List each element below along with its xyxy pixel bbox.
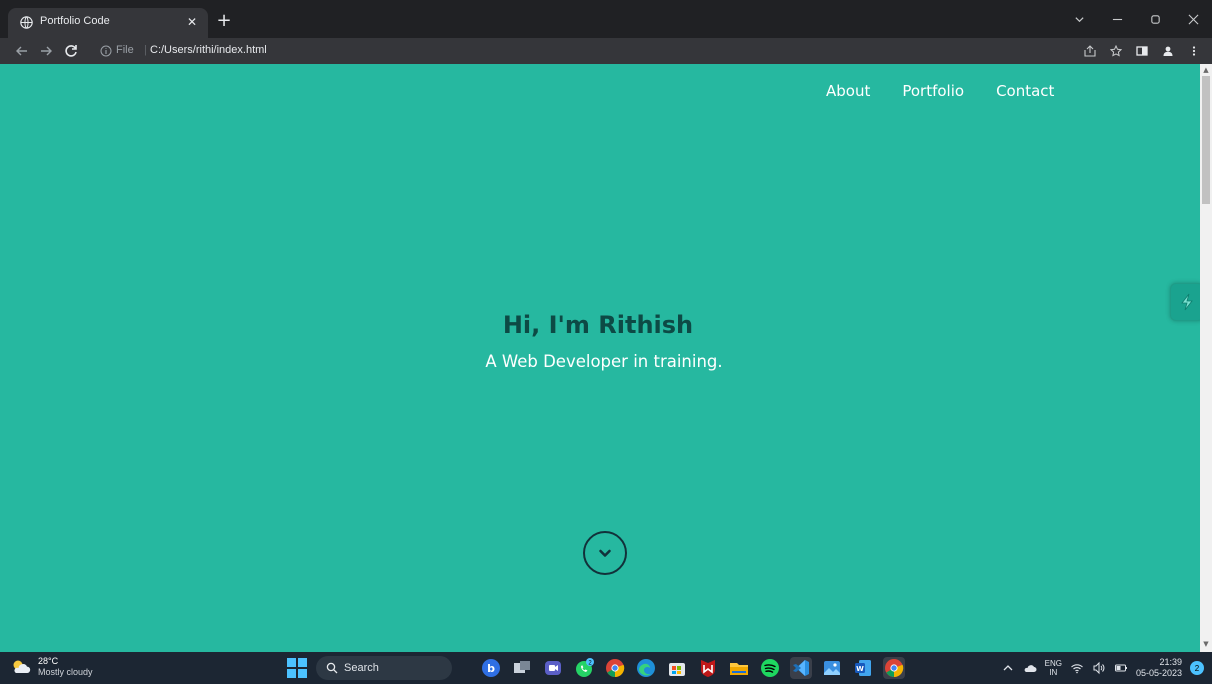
scrollbar-thumb[interactable] [1202,76,1210,204]
browser-toolbar: File | C:/Users/rithi/index.html [0,38,1212,64]
clock[interactable]: 21:39 05-05-2023 [1136,657,1182,679]
weather-cloud-icon[interactable] [1023,661,1037,675]
hero-subtitle: A Web Developer in training. [485,352,723,371]
minimize-icon [1112,18,1122,20]
extension-floating-button[interactable] [1170,283,1204,321]
microsoft-store-icon[interactable] [666,657,688,679]
close-icon [1188,14,1198,24]
clock-date: 05-05-2023 [1135,668,1182,678]
battery-icon[interactable] [1114,661,1128,675]
start-button[interactable] [286,657,308,679]
arrow-right-icon [41,46,52,56]
vscode-icon[interactable] [790,657,812,679]
star-icon [1110,45,1122,57]
taskbar-search[interactable]: Search [316,656,452,680]
scroll-down-button[interactable] [583,531,627,575]
close-tab-icon[interactable]: ✕ [184,14,200,30]
whatsapp-icon[interactable]: 2 [573,657,595,679]
profile-button[interactable] [1158,42,1178,60]
reload-button[interactable] [63,43,79,59]
chrome-icon[interactable] [604,657,626,679]
edge-icon[interactable] [635,657,657,679]
search-icon [326,662,338,674]
windows-logo-pane [287,658,296,667]
kebab-menu-icon [1192,46,1196,56]
side-panel-icon [1136,46,1148,56]
address-bar[interactable]: File | C:/Users/rithi/index.html [92,41,1092,61]
svg-text:b: b [487,662,495,675]
vertical-scrollbar[interactable]: ▲ ▼ [1200,64,1212,652]
word-icon[interactable]: W [852,657,874,679]
share-icon [1084,45,1096,57]
hidden-icons-chevron-up-icon[interactable] [1001,661,1015,675]
forward-button[interactable] [38,43,54,59]
globe-icon [20,16,33,29]
info-icon[interactable] [100,45,112,57]
window-controls [1060,0,1212,38]
weather-condition: Mostly cloudy [38,667,93,677]
windows-logo-pane [287,669,296,678]
bookmark-button[interactable] [1106,42,1126,60]
title-bar: Portfolio Code ✕ + [0,0,1212,38]
clock-time: 21:39 [1159,657,1182,667]
language-indicator[interactable]: ENG IN [1045,659,1062,677]
system-tray: ENG IN 21:39 05-05-2023 2 [1001,655,1204,681]
restore-button[interactable] [1136,0,1174,38]
windows-logo-pane [298,669,307,678]
notification-badge[interactable]: 2 [1190,661,1204,675]
url-text[interactable]: C:/Users/rithi/index.html [150,44,267,56]
volume-icon[interactable] [1092,661,1106,675]
pinned-apps: b 2 W [480,657,905,679]
windows-logo-pane [298,658,307,667]
chevron-down-icon [1074,16,1084,22]
file-explorer-icon[interactable] [728,657,750,679]
taskbar: 28°C Mostly cloudy Search b 2 W ENG IN 2… [0,652,1212,684]
tab-search-button[interactable] [1060,0,1098,38]
menu-button[interactable] [1184,42,1204,60]
wifi-icon[interactable] [1070,661,1084,675]
search-label: Search [344,662,379,674]
new-tab-button[interactable]: + [214,12,234,32]
nav-link-portfolio[interactable]: Portfolio [902,82,964,100]
photos-icon[interactable] [821,657,843,679]
restore-icon [1150,14,1160,24]
arrow-left-icon [16,46,27,56]
language-code: ENG [1044,659,1062,668]
region-code: IN [1049,668,1058,677]
lightning-icon [1181,293,1193,311]
url-separator: | [144,44,147,56]
page-viewport: About Portfolio Contact Hi, I'm Rithish … [0,64,1212,652]
weather-temperature: 28°C [38,656,59,666]
browser-window: Portfolio Code ✕ + File | C:/Users/rithi… [0,0,1212,684]
bing-chat-icon[interactable]: b [480,657,502,679]
reload-icon [65,45,77,57]
mcafee-icon[interactable] [697,657,719,679]
weather-widget[interactable]: 28°C Mostly cloudy [10,656,93,678]
tab-title: Portfolio Code [40,15,110,27]
chevron-down-icon [599,549,611,557]
svg-text:W: W [856,665,864,673]
side-panel-button[interactable] [1132,42,1152,60]
taskbar-center: Search b 2 W [286,655,905,681]
profile-icon [1163,46,1173,56]
nav-link-about[interactable]: About [826,82,870,100]
site-nav: About Portfolio Contact [826,82,1054,100]
share-button[interactable] [1080,42,1100,60]
hero-title: Hi, I'm Rithish [502,311,694,339]
nav-link-contact[interactable]: Contact [996,82,1054,100]
task-view-icon[interactable] [511,657,533,679]
scroll-up-arrow-icon[interactable]: ▲ [1200,66,1212,76]
back-button[interactable] [14,43,30,59]
toolbar-actions [1080,42,1204,60]
chrome-active-icon[interactable] [883,657,905,679]
teams-meet-icon[interactable] [542,657,564,679]
partly-cloudy-icon [13,660,31,673]
spotify-icon[interactable] [759,657,781,679]
tab-portfolio-code[interactable]: Portfolio Code ✕ [8,8,208,38]
minimize-button[interactable] [1098,0,1136,38]
scroll-down-arrow-icon[interactable]: ▼ [1200,640,1212,650]
close-window-button[interactable] [1174,0,1212,38]
file-label: File [116,44,134,56]
